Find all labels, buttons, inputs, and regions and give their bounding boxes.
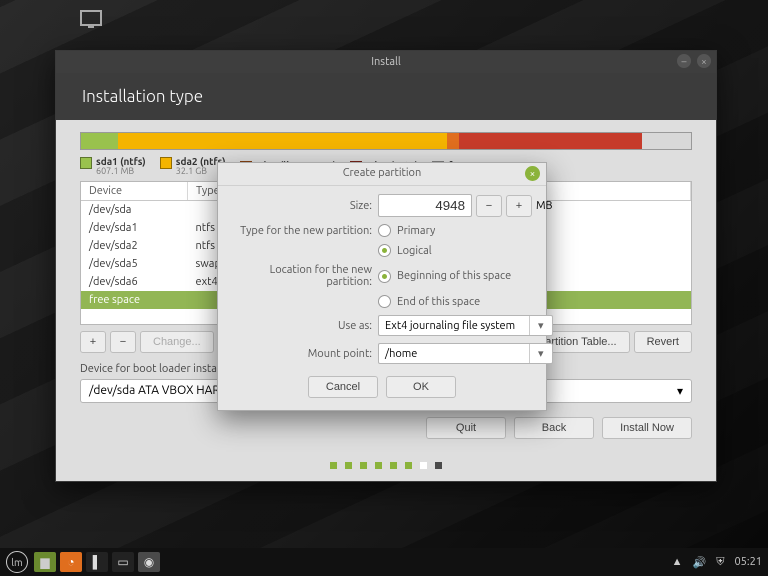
create-partition-dialog: Create partition × Size: − + MB Type for… [217,162,547,411]
revert-button[interactable]: Revert [634,331,692,353]
dialog-close-icon[interactable]: × [525,166,540,181]
disk-usage-bar [80,132,692,150]
size-increment-button[interactable]: + [506,195,532,217]
size-decrement-button[interactable]: − [476,195,502,217]
install-now-button[interactable]: Install Now [602,417,692,439]
dialog-ok-button[interactable]: OK [386,376,456,398]
firefox-icon[interactable]: ◔ [60,552,82,572]
size-unit: MB [536,200,553,212]
network-icon[interactable]: ▲ [672,556,683,568]
remove-partition-button[interactable]: − [110,331,136,353]
shield-icon[interactable]: ⛨ [716,556,724,569]
step-indicator [330,462,442,469]
useas-select[interactable]: Ext4 journaling file system▾ [378,315,553,336]
clock[interactable]: 05:21 [734,556,762,568]
mount-label: Mount point: [232,348,372,360]
mount-point-select[interactable]: /home▾ [378,343,553,364]
monitor-icon [80,10,102,26]
terminal-icon[interactable]: ▌ [86,552,108,572]
radio-loc-begin[interactable]: Beginning of this space [378,270,553,283]
location-label: Location for the new partition: [232,264,372,288]
radio-logical[interactable]: Logical [378,244,553,257]
size-input[interactable] [378,194,472,217]
col-device[interactable]: Device [81,182,188,201]
chevron-down-icon: ▾ [529,316,552,335]
radio-primary[interactable]: Primary [378,224,553,237]
dialog-cancel-button[interactable]: Cancel [308,376,378,398]
taskbar[interactable]: lm ▆ ◔ ▌ ▭ ◉ ▲ 🔊 ⛨ 05:21 [0,548,768,576]
folder-icon[interactable]: ▭ [112,552,134,572]
close-icon[interactable]: × [697,54,711,68]
installer-task-icon[interactable]: ◉ [138,552,160,572]
type-label: Type for the new partition: [232,225,372,237]
useas-label: Use as: [232,320,372,332]
size-label: Size: [232,200,372,212]
back-button[interactable]: Back [514,417,594,439]
chevron-down-icon: ▾ [677,384,683,398]
volume-icon[interactable]: 🔊 [693,556,707,569]
quit-button[interactable]: Quit [426,417,506,439]
start-menu-icon[interactable]: lm [6,551,28,573]
page-title: Installation type [56,73,716,120]
minimize-icon[interactable]: – [677,54,691,68]
radio-loc-end[interactable]: End of this space [378,295,553,308]
files-icon[interactable]: ▆ [34,552,56,572]
dialog-title: Create partition [343,167,422,179]
change-partition-button[interactable]: Change... [140,331,214,353]
window-title: Install [371,56,401,68]
chevron-down-icon: ▾ [529,344,552,363]
add-partition-button[interactable]: + [80,331,106,353]
